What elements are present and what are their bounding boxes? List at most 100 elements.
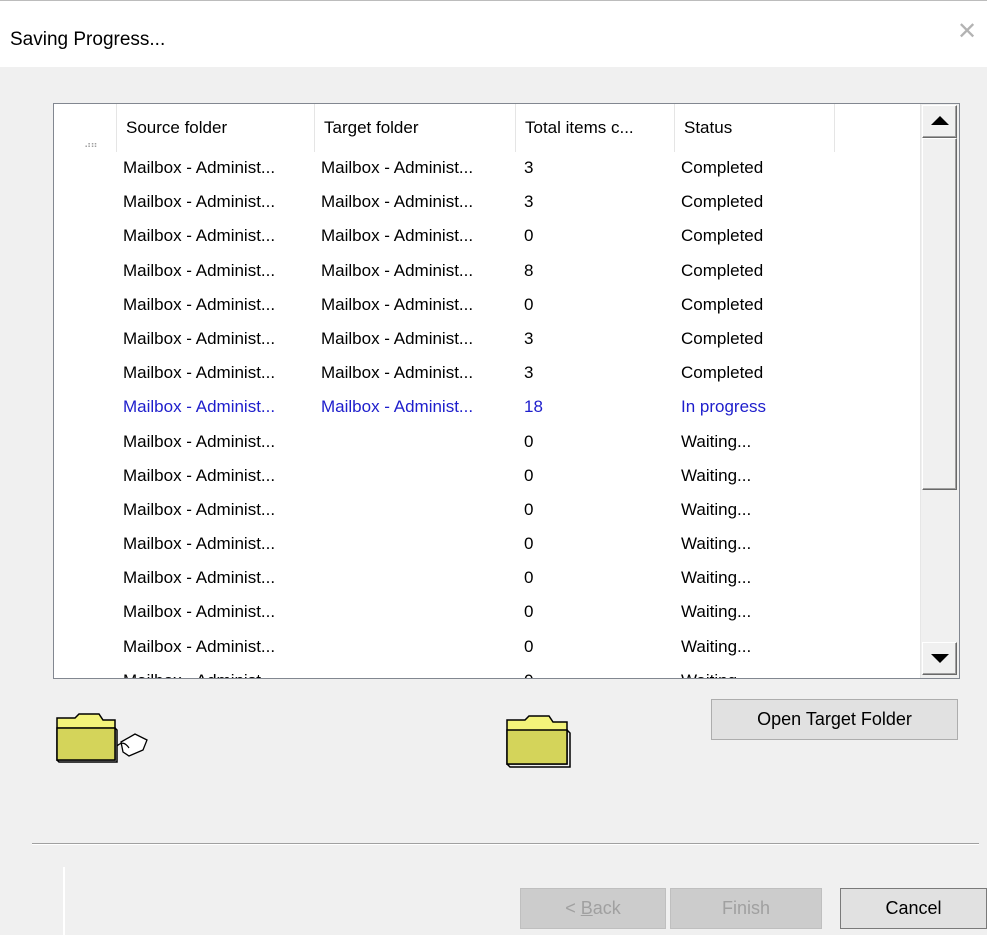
table-row[interactable]: Mailbox - Administ... Mailbox - Administ.…: [54, 289, 920, 323]
cell-source: Mailbox - Administ...: [123, 534, 276, 554]
cell-total: 0: [524, 602, 534, 622]
table-row[interactable]: Mailbox - Administ... Mailbox - Administ.…: [54, 152, 920, 186]
cell-target: Mailbox - Administ...: [321, 397, 474, 417]
cell-total: 0: [524, 294, 534, 314]
folder-icon: [505, 712, 575, 768]
window-title: Saving Progress...: [10, 29, 166, 50]
cell-total: 8: [524, 260, 534, 280]
cell-total: 0: [524, 665, 533, 678]
table-row[interactable]: Mailbox - Administ... Mailbox - Administ.…: [54, 357, 920, 391]
cell-total: 18: [524, 397, 543, 417]
cell-status: Waiting...: [681, 534, 752, 554]
cell-target: Mailbox - Administ...: [321, 363, 474, 383]
list-rows: Mailbox - Administ... Mailbox - Administ.…: [54, 152, 920, 678]
cell-status: Completed: [681, 363, 764, 383]
cell-target: Mailbox - Administ...: [321, 192, 474, 212]
cell-status: Waiting...: [681, 636, 752, 656]
cell-total: 0: [524, 431, 534, 451]
cell-status: Completed: [681, 158, 764, 177]
back-rest: ack: [592, 898, 621, 918]
cell-total: 0: [524, 636, 534, 656]
cell-status: Waiting...: [681, 465, 752, 485]
cell-total: 3: [524, 158, 534, 177]
cell-source: Mailbox - Administ...: [123, 465, 276, 485]
table-row[interactable]: Mailbox - Administ... Mailbox - Administ.…: [54, 220, 920, 254]
arrow-up-icon: [931, 116, 949, 125]
cell-status: Waiting...: [681, 602, 752, 622]
cell-status: Completed: [681, 294, 764, 314]
scroll-thumb[interactable]: [922, 138, 957, 490]
cell-total: 0: [524, 465, 534, 485]
table-row[interactable]: Mailbox - Administ... Mailbox - Administ.…: [54, 255, 920, 289]
table-row[interactable]: Mailbox - Administ... 0 Waiting...: [54, 426, 920, 460]
cell-target: Mailbox - Administ...: [321, 226, 474, 246]
cell-source: Mailbox - Administ...: [123, 636, 276, 656]
column-header-status[interactable]: Status: [675, 104, 835, 152]
table-row[interactable]: Mailbox - Administ... 0 Waiting...: [54, 596, 920, 630]
back-prefix: <: [565, 898, 581, 918]
separator-highlight: [32, 844, 979, 845]
cell-source: Mailbox - Administ...: [123, 499, 276, 519]
cell-target: Mailbox - Administ...: [321, 260, 474, 280]
cell-source: Mailbox - Administ...: [123, 431, 276, 451]
cell-status: In progress: [681, 397, 767, 417]
cell-total: 0: [524, 499, 534, 519]
finish-button[interactable]: Finish: [670, 888, 822, 929]
cancel-button[interactable]: Cancel: [840, 888, 987, 929]
cell-source: Mailbox - Administ...: [123, 397, 276, 417]
cell-target: Mailbox - Administ...: [321, 294, 474, 314]
arrow-down-icon: [931, 654, 949, 663]
cell-source: Mailbox - Administ...: [123, 665, 275, 678]
cell-status: Completed: [681, 260, 764, 280]
cell-source: Mailbox - Administ...: [123, 568, 276, 588]
vertical-scrollbar[interactable]: [920, 104, 959, 678]
cell-status: Waiting...: [681, 665, 751, 678]
column-grip[interactable]: ⠴⠶: [54, 104, 117, 152]
table-row[interactable]: Mailbox - Administ... Mailbox - Administ.…: [54, 323, 920, 357]
table-row[interactable]: Mailbox - Administ... 0 Waiting...: [54, 562, 920, 596]
cell-status: Completed: [681, 226, 764, 246]
cell-total: 0: [524, 534, 534, 554]
folder-with-paper-icon: [55, 712, 155, 763]
table-row[interactable]: Mailbox - Administ... 0 Waiting...: [54, 528, 920, 562]
cell-source: Mailbox - Administ...: [123, 226, 276, 246]
cell-source: Mailbox - Administ...: [123, 158, 276, 177]
cell-source: Mailbox - Administ...: [123, 192, 276, 212]
cell-source: Mailbox - Administ...: [123, 260, 276, 280]
scroll-up-button[interactable]: [922, 105, 957, 138]
cell-total: 0: [524, 568, 534, 588]
cell-status: Completed: [681, 192, 764, 212]
cell-status: Completed: [681, 328, 764, 348]
table-row[interactable]: Mailbox - Administ... 0 Waiting...: [54, 631, 920, 665]
table-row[interactable]: Mailbox - Administ... Mailbox - Administ.…: [54, 186, 920, 220]
column-header-total[interactable]: Total items c...: [516, 104, 675, 152]
scroll-down-button[interactable]: [922, 642, 957, 675]
table-row[interactable]: Mailbox - Administ... 0 Waiting...: [54, 665, 920, 678]
open-target-folder-button[interactable]: Open Target Folder: [711, 699, 958, 740]
cell-status: Waiting...: [681, 431, 752, 451]
cell-source: Mailbox - Administ...: [123, 602, 276, 622]
cell-status: Waiting...: [681, 499, 752, 519]
column-header-source[interactable]: Source folder: [117, 104, 315, 152]
back-accel: B: [580, 898, 593, 918]
table-row[interactable]: Mailbox - Administ... 0 Waiting...: [54, 460, 920, 494]
cell-total: 3: [524, 363, 534, 383]
close-icon[interactable]: ✕: [954, 19, 980, 45]
cell-total: 0: [524, 226, 534, 246]
back-button[interactable]: < Back: [520, 888, 666, 929]
cell-target: Mailbox - Administ...: [321, 328, 474, 348]
cell-source: Mailbox - Administ...: [123, 328, 276, 348]
progress-list[interactable]: ⠴⠶ Source folder Target folder Total ite…: [53, 103, 960, 679]
cell-total: 3: [524, 192, 534, 212]
cell-total: 3: [524, 328, 534, 348]
cell-status: Waiting...: [681, 568, 752, 588]
table-row[interactable]: Mailbox - Administ... Mailbox - Administ.…: [54, 391, 920, 425]
cell-source: Mailbox - Administ...: [123, 294, 276, 314]
table-row[interactable]: Mailbox - Administ... 0 Waiting...: [54, 494, 920, 528]
divider: [63, 867, 65, 935]
column-header-target[interactable]: Target folder: [315, 104, 516, 152]
cell-target: Mailbox - Administ...: [321, 158, 474, 177]
title-bar: Saving Progress... ✕: [0, 0, 987, 67]
list-header: ⠴⠶ Source folder Target folder Total ite…: [54, 104, 920, 152]
cell-source: Mailbox - Administ...: [123, 363, 276, 383]
